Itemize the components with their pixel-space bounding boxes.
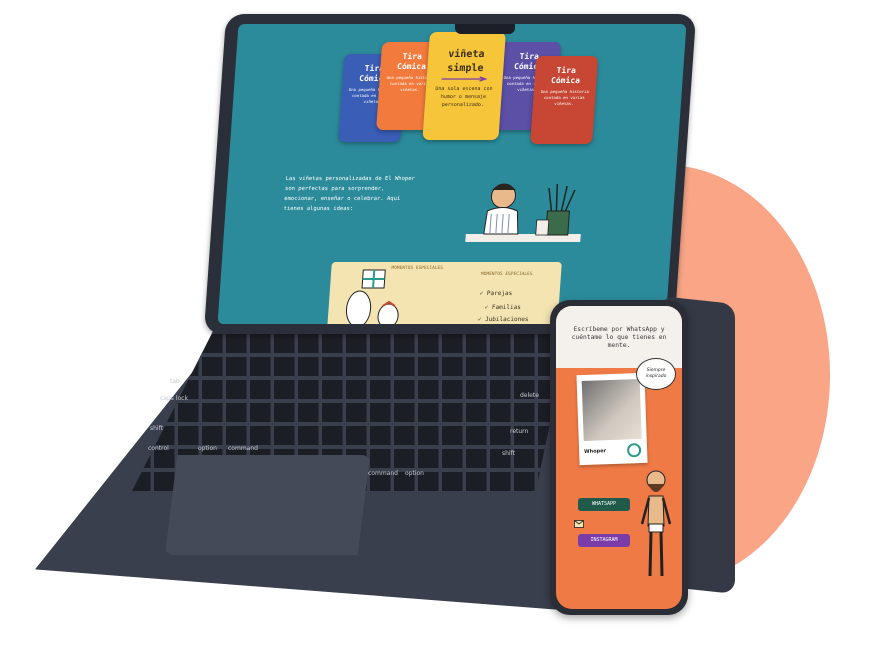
moments-item-familias: ✓ Familias — [484, 304, 522, 311]
moments-item-label: Parejas — [486, 290, 513, 297]
laptop-screen: Tira Cómica Una pequeña historia contada … — [217, 24, 687, 324]
card-desc: Una sola escena con humor o mensaje pers… — [435, 86, 493, 108]
bubble-text: Siempre inspirado — [645, 368, 667, 379]
polaroid-photo: Whoper — [576, 372, 648, 466]
mail-icon — [574, 520, 584, 528]
card-vineta-simple[interactable]: viñeta simple Una sola escena con humor o… — [422, 32, 506, 140]
key-control: control — [148, 445, 169, 452]
moments-item-jubilaciones: ✓ Jubilaciones — [477, 316, 529, 323]
key-command-right: command — [368, 470, 398, 477]
key-option-right: option — [405, 470, 424, 477]
phone-heading: Escríbeme por WhatsApp y cuéntame lo que… — [571, 326, 667, 349]
card-tira-comica-4[interactable]: Tira Cómica Una pequeña historia contada … — [530, 56, 599, 144]
moments-item-parejas: ✓ Parejas — [479, 290, 513, 297]
key-shift-left: shift — [150, 425, 163, 432]
card-title-line1: Tira — [556, 66, 577, 75]
key-return: return — [510, 428, 529, 435]
whoper-logo-icon — [627, 443, 642, 458]
card-title-line1: Tira — [402, 52, 423, 61]
card-title-line1: viñeta — [447, 49, 485, 60]
instagram-button[interactable]: INSTAGRAM — [578, 534, 630, 547]
moments-tag-2: MOMENTOS ESPECIALES — [480, 272, 533, 277]
key-command-left: command — [228, 445, 258, 452]
laptop-trackpad — [165, 455, 370, 555]
card-title-line2: Cómica — [550, 76, 581, 85]
phone-screen: Escríbeme por WhatsApp y cuéntame lo que… — [556, 306, 682, 609]
card-desc: Una pequeña historia contada en varias v… — [540, 89, 590, 106]
moments-item-label: Jubilaciones — [484, 316, 529, 323]
illustrator-at-desk-illustration — [465, 183, 581, 242]
camera-notch — [455, 24, 515, 34]
key-delete: delete — [520, 392, 539, 399]
speech-bubble: Siempre inspirado — [636, 358, 676, 390]
polaroid-brand: Whoper — [584, 448, 607, 455]
gift-holding-illustration — [345, 269, 399, 324]
key-tab: tab — [170, 378, 180, 385]
hero-description: Las viñetas personalizadas de El Whoper … — [283, 176, 416, 212]
standing-character-illustration — [640, 470, 672, 577]
key-caps-lock: caps lock — [160, 395, 188, 402]
artist-photo — [581, 379, 642, 441]
moments-item-label: Familias — [491, 304, 522, 311]
moments-banner: MOMENTOS ESPECIALES MOMENTOS ESPECIALES … — [326, 262, 562, 324]
card-title-line2: simple — [446, 63, 484, 74]
card-title-line2: Cómica — [396, 62, 427, 71]
key-option-left: option — [198, 445, 217, 452]
key-shift-right: shift — [502, 450, 515, 457]
whatsapp-button[interactable]: WHATSAPP — [578, 498, 630, 511]
